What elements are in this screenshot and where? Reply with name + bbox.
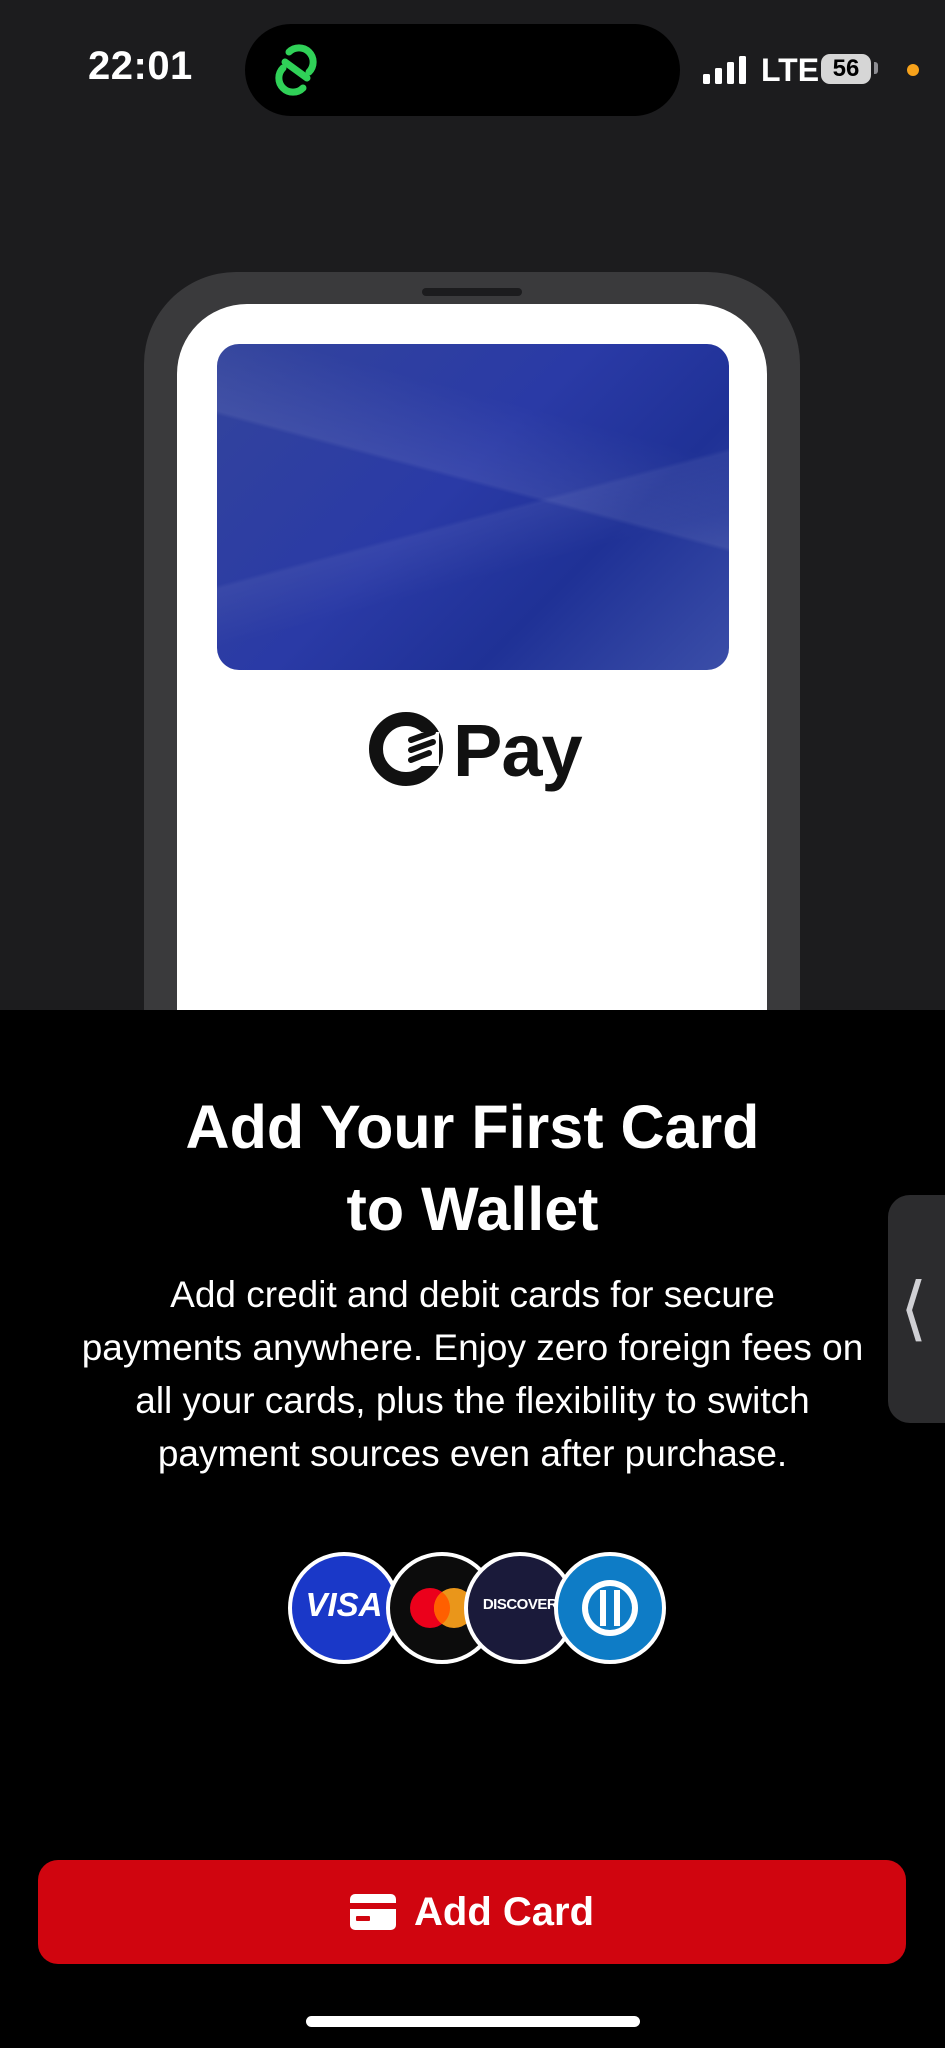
title-line-1: Add Your First Card bbox=[185, 1093, 760, 1161]
title-line-2: to Wallet bbox=[346, 1175, 599, 1243]
pay-brand-icon bbox=[369, 712, 443, 786]
supported-card-brands: VISA DISCOVER bbox=[288, 1552, 666, 1664]
description-line: payment sources even after purchase. bbox=[157, 1433, 788, 1474]
diners-club-logo bbox=[554, 1552, 666, 1664]
battery-tip bbox=[874, 62, 878, 74]
page-description: Add credit and debit cards for secure pa… bbox=[0, 1268, 945, 1480]
home-indicator[interactable] bbox=[306, 2016, 640, 2027]
pay-logo-text: Pay bbox=[453, 709, 583, 792]
phone-mockup-screen: Pay bbox=[177, 304, 767, 1010]
phone-mockup-speaker bbox=[422, 288, 522, 296]
link-app-icon bbox=[275, 44, 317, 96]
pay-logo: Pay bbox=[367, 704, 587, 794]
card-illustration bbox=[217, 344, 729, 670]
dynamic-island bbox=[245, 24, 680, 116]
visa-logo-text: VISA bbox=[305, 1586, 383, 1623]
add-card-label: Add Card bbox=[414, 1889, 594, 1934]
add-card-button[interactable]: Add Card bbox=[38, 1860, 906, 1964]
description-line: Add credit and debit cards for secure bbox=[170, 1274, 775, 1315]
onboarding-illustration-area: 22:01 LTE 56 Pay bbox=[0, 0, 945, 1010]
diners-club-icon bbox=[582, 1580, 638, 1636]
description-line: all your cards, plus the flexibility to … bbox=[135, 1380, 810, 1421]
chevron-left-icon: ⟨ bbox=[900, 1267, 928, 1349]
mic-indicator-dot bbox=[907, 64, 919, 76]
network-type: LTE bbox=[761, 52, 820, 88]
side-panel-handle[interactable]: ⟨ bbox=[888, 1195, 945, 1423]
credit-card-icon bbox=[350, 1894, 396, 1930]
battery-icon: 56 bbox=[821, 54, 871, 84]
page-title: Add Your First Card to Wallet bbox=[0, 1086, 945, 1250]
description-line: payments anywhere. Enjoy zero foreign fe… bbox=[81, 1327, 864, 1368]
status-time: 22:01 bbox=[88, 44, 193, 88]
visa-logo: VISA bbox=[288, 1552, 400, 1664]
signal-icon bbox=[703, 56, 746, 84]
